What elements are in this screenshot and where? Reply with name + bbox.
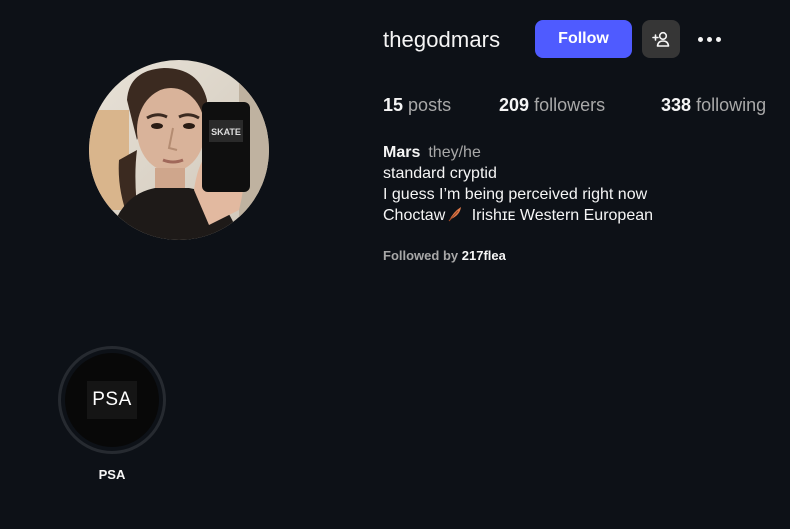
pronouns: they/he <box>428 144 481 161</box>
profile-avatar[interactable]: SKATE <box>89 60 269 240</box>
more-options-icon <box>697 36 703 42</box>
highlight-cover-text: PSA <box>87 381 137 419</box>
posts-label: posts <box>408 95 452 115</box>
following-number: 338 <box>661 95 692 115</box>
bio-text: Choctaw <box>383 207 446 224</box>
followers-link[interactable]: 209 followers <box>499 95 605 116</box>
following-link[interactable]: 338 following <box>661 95 766 116</box>
svg-text:SKATE: SKATE <box>211 127 241 137</box>
suggested-accounts-button[interactable] <box>642 20 680 58</box>
followers-label: followers <box>534 95 606 115</box>
followed-by-user[interactable]: 217flea <box>462 248 506 263</box>
add-person-icon <box>652 31 670 47</box>
bio-line: standard cryptid <box>383 165 497 182</box>
follow-button[interactable]: Follow <box>535 20 632 58</box>
bio-line: Choctaw Irishɪᴇ Western European <box>383 205 653 226</box>
feather-emoji-icon <box>448 207 462 222</box>
posts-number: 15 <box>383 95 404 115</box>
profile-page: SKATE thegodmars Follow 15 posts 209 fol… <box>0 0 790 529</box>
followed-by[interactable]: Followed by 217flea <box>383 248 506 263</box>
posts-count: 15 posts <box>383 95 451 116</box>
bio-text: Irishɪᴇ Western European <box>467 207 654 224</box>
more-dot <box>706 36 712 42</box>
more-options-button[interactable] <box>692 26 726 52</box>
more-dot <box>715 36 721 42</box>
avatar-photo: SKATE <box>89 60 269 240</box>
followers-number: 209 <box>499 95 530 115</box>
highlight-cover: PSA <box>65 353 159 447</box>
highlight-title: PSA <box>98 467 126 482</box>
bio-line: I guess I’m being perceived right now <box>383 186 648 203</box>
profile-bio: Mars they/he standard cryptid I guess I’m… <box>383 142 653 226</box>
followed-by-label: Followed by <box>383 248 459 263</box>
story-highlight[interactable]: PSA <box>58 346 166 454</box>
bio-name-row: Mars they/he <box>383 142 653 163</box>
display-name: Mars <box>383 144 421 161</box>
following-label: following <box>696 95 767 115</box>
profile-username: thegodmars <box>383 27 501 52</box>
